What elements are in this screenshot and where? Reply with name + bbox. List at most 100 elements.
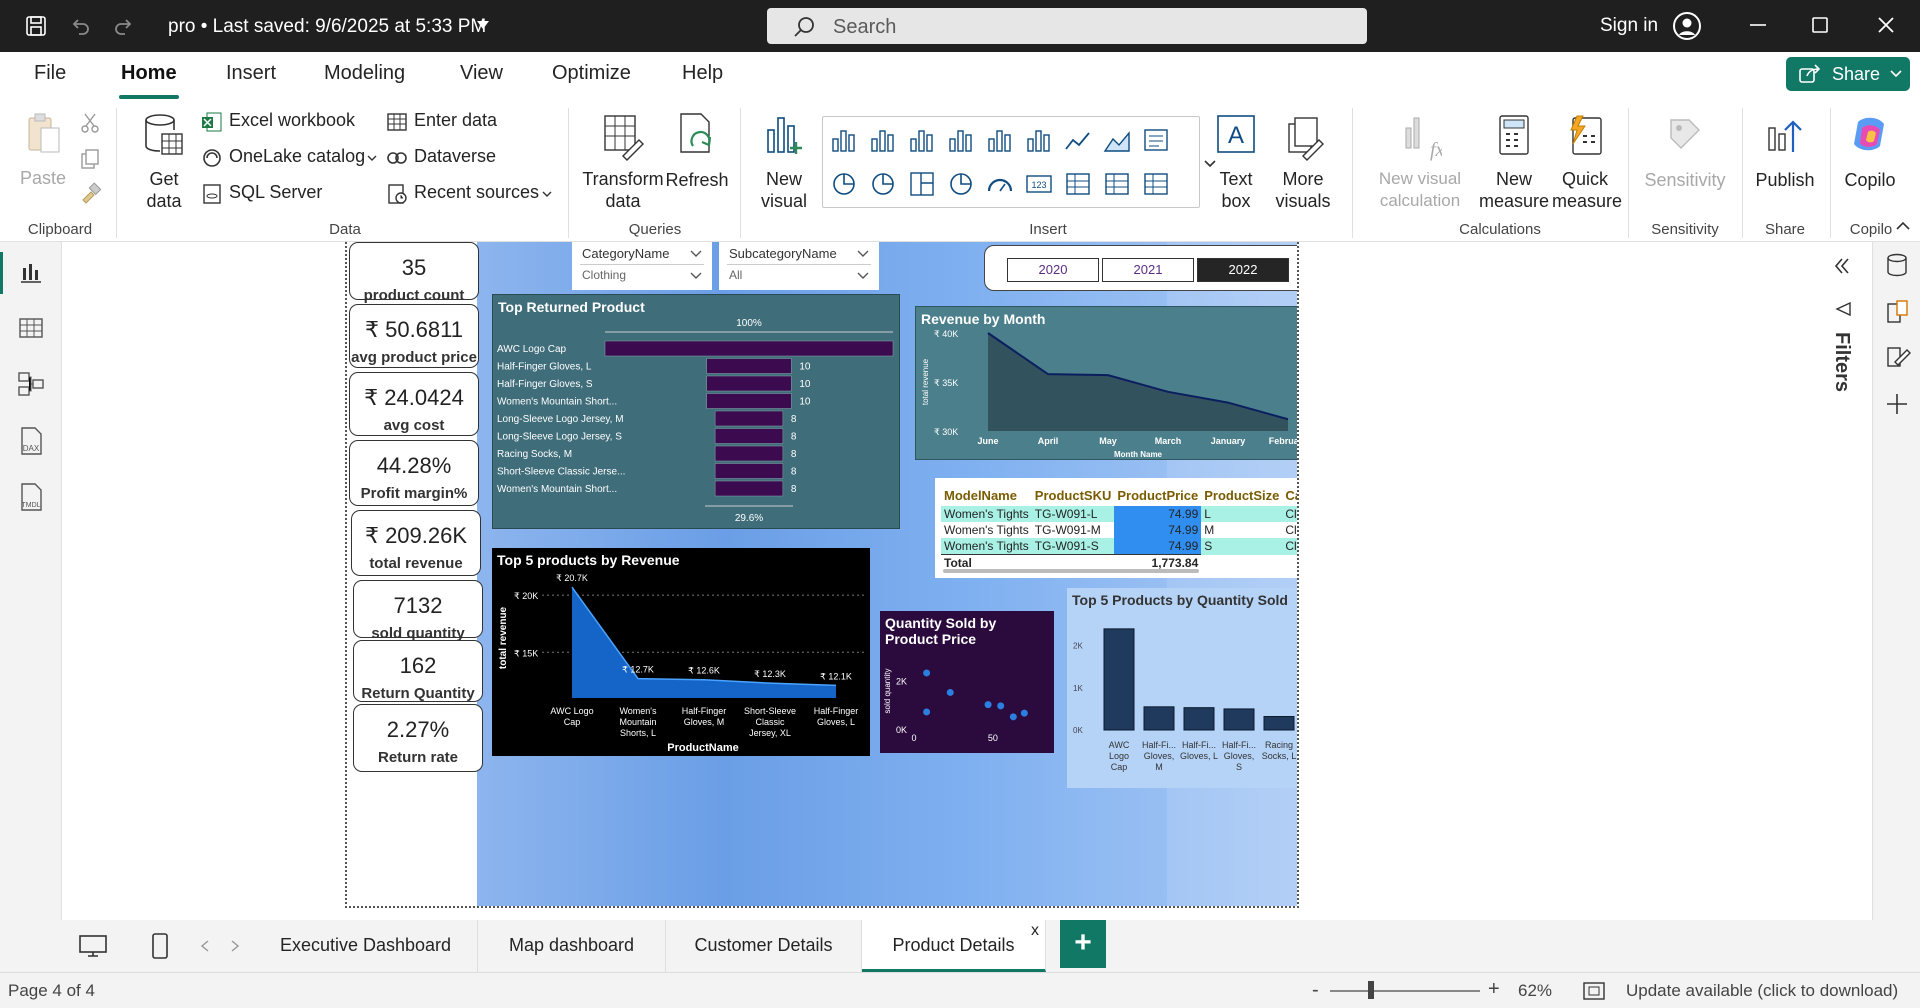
redo-icon[interactable] <box>112 14 136 38</box>
year-button-2020[interactable]: 2020 <box>1007 258 1099 282</box>
transform-data-button[interactable]: Transform data <box>582 112 664 212</box>
chevron-down-icon[interactable] <box>476 20 490 30</box>
table-view-icon[interactable] <box>17 314 45 342</box>
close-icon[interactable] <box>1874 13 1898 37</box>
new-visual-calculation-button[interactable]: fx New visual calculation <box>1366 112 1474 212</box>
top-returned-product-visual[interactable]: Top Returned Product 100% AWC Logo Cap Hal… <box>492 294 900 529</box>
sign-in-link[interactable]: Sign in <box>1600 15 1658 37</box>
table-row[interactable]: Women's TightsTG-W091-M74.99MClothing <box>941 522 1297 538</box>
mobile-layout-icon[interactable] <box>150 932 170 960</box>
quantity-by-price-visual[interactable]: Quantity Sold by Product Price 0K 2K 0 50 so… <box>880 611 1054 753</box>
category-slicer[interactable]: CategoryName Clothing <box>572 242 712 290</box>
quick-measure-button[interactable]: Quick measure <box>1552 112 1622 212</box>
document-title[interactable]: pro • Last saved: 9/6/2025 at 5:33 PM <box>168 16 486 38</box>
clustered-column-icon[interactable] <box>868 125 898 155</box>
zoom-out-button[interactable]: - <box>1312 979 1319 1002</box>
kpi-card[interactable]: ₹ 50.6811 avg product price <box>349 304 479 368</box>
fit-to-page-icon[interactable] <box>1582 981 1606 1001</box>
copy-icon[interactable] <box>80 148 100 170</box>
data-pane-icon[interactable] <box>1885 252 1909 280</box>
sensitivity-button[interactable]: Sensitivity <box>1640 112 1730 192</box>
100-percent-column-icon[interactable] <box>985 125 1015 155</box>
close-tab-icon[interactable]: x <box>1031 906 1039 956</box>
minimize-icon[interactable] <box>1746 13 1770 37</box>
column-header[interactable]: ProductSize <box>1201 484 1282 506</box>
menu-optimize[interactable]: Optimize <box>552 62 631 85</box>
cut-icon[interactable] <box>80 112 100 134</box>
gauge-icon[interactable] <box>985 169 1015 199</box>
column-chart-icon[interactable] <box>946 125 976 155</box>
chevron-down-icon[interactable] <box>690 272 702 280</box>
page-tab-executive-dashboard[interactable]: Executive Dashboard <box>254 920 478 972</box>
table-scrollbar[interactable] <box>943 569 1199 573</box>
pie-chart-icon[interactable] <box>829 169 859 199</box>
chevron-down-icon[interactable] <box>857 250 869 258</box>
line-chart-icon[interactable] <box>1063 125 1093 155</box>
scroll-right-icon[interactable] <box>230 940 240 952</box>
copilot-button[interactable]: Copilo <box>1836 112 1904 192</box>
refresh-button[interactable]: Refresh <box>664 112 730 192</box>
save-icon[interactable] <box>24 14 48 38</box>
undo-icon[interactable] <box>68 14 92 38</box>
kpi-card[interactable]: 44.28% Profit margin% <box>349 440 479 506</box>
format-painter-icon[interactable] <box>80 182 102 204</box>
matrix-icon[interactable] <box>1141 169 1171 199</box>
publish-button[interactable]: Publish <box>1750 112 1820 192</box>
paste-button[interactable]: Paste <box>18 112 68 190</box>
table-row[interactable]: Women's TightsTG-W091-L74.99LClothing <box>941 506 1297 522</box>
zoom-slider[interactable] <box>1330 990 1480 992</box>
zoom-slider-thumb[interactable] <box>1368 981 1374 999</box>
page-tab-product-details[interactable]: Product Details x <box>862 920 1046 972</box>
column-header[interactable]: Catego <box>1282 484 1297 506</box>
report-page[interactable]: 35 product count ₹ 50.6811 avg product pric… <box>345 242 1299 908</box>
menu-file[interactable]: File <box>34 62 66 85</box>
menu-help[interactable]: Help <box>682 62 723 85</box>
kpi-card[interactable]: 35 product count <box>349 242 479 304</box>
new-measure-button[interactable]: New measure <box>1476 112 1552 212</box>
tmdl-view-icon[interactable]: TMDL <box>17 482 45 512</box>
menu-view[interactable]: View <box>460 62 503 85</box>
column-header[interactable]: ModelName <box>941 484 1032 506</box>
desktop-layout-icon[interactable] <box>78 934 108 958</box>
kpi-card[interactable]: 162 Return Quantity <box>353 640 483 702</box>
kpi-card[interactable]: 2.27% Return rate <box>353 704 483 772</box>
zoom-in-button[interactable]: + <box>1488 978 1500 1001</box>
add-pane-icon[interactable] <box>1885 392 1909 416</box>
page-tab-map-dashboard[interactable]: Map dashboard <box>478 920 666 972</box>
stacked-bar-icon[interactable] <box>907 125 937 155</box>
get-data-button[interactable]: Get data <box>134 112 194 212</box>
category-slicer-value[interactable]: Clothing <box>582 268 626 282</box>
format-pane-icon[interactable] <box>1885 342 1911 370</box>
year-button-2021[interactable]: 2021 <box>1102 258 1194 282</box>
visualizations-pane-icon[interactable] <box>1885 298 1911 326</box>
update-available-link[interactable]: Update available (click to download) <box>1626 981 1898 1001</box>
map-icon[interactable] <box>946 169 976 199</box>
model-view-icon[interactable] <box>17 370 45 398</box>
avatar-icon[interactable] <box>1672 11 1702 41</box>
multi-row-card-icon[interactable] <box>1063 169 1093 199</box>
revenue-by-month-visual[interactable]: Revenue by Month ₹ 30K ₹ 35K ₹ 40K June Apri… <box>915 306 1297 460</box>
page-tab-customer-details[interactable]: Customer Details <box>666 920 862 972</box>
filter-visual-icon[interactable] <box>1141 125 1171 155</box>
column-header[interactable]: ProductPrice <box>1114 484 1201 506</box>
menu-modeling[interactable]: Modeling <box>324 62 405 85</box>
table-visual-icon[interactable] <box>1102 169 1132 199</box>
zoom-level[interactable]: 62% <box>1518 981 1552 1001</box>
kpi-card[interactable]: 7132 sold quantity <box>353 580 483 642</box>
scroll-left-icon[interactable] <box>200 940 210 952</box>
product-table-visual[interactable]: ModelName ProductSKU ProductPrice ProductSi… <box>935 478 1297 578</box>
chevron-down-icon[interactable] <box>690 250 702 258</box>
subcategory-slicer[interactable]: SubcategoryName All <box>719 242 879 290</box>
collapse-ribbon-icon[interactable] <box>1895 220 1911 232</box>
kpi-card[interactable]: ₹ 209.26K total revenue <box>351 510 481 576</box>
visual-gallery[interactable]: 123 <box>822 116 1200 208</box>
chevron-down-icon[interactable] <box>857 272 869 280</box>
subcategory-slicer-value[interactable]: All <box>729 268 742 282</box>
maximize-icon[interactable] <box>1808 13 1832 37</box>
kpi-card[interactable]: ₹ 24.0424 avg cost <box>349 372 479 436</box>
more-visuals-button[interactable]: More visuals <box>1270 112 1336 212</box>
dax-query-view-icon[interactable]: DAX <box>17 426 45 456</box>
top5-quantity-visual[interactable]: Top 5 Products by Quantity Sold 0K 1K 2K AW… <box>1067 588 1297 788</box>
donut-chart-icon[interactable] <box>868 169 898 199</box>
share-button[interactable]: Share <box>1786 57 1910 91</box>
